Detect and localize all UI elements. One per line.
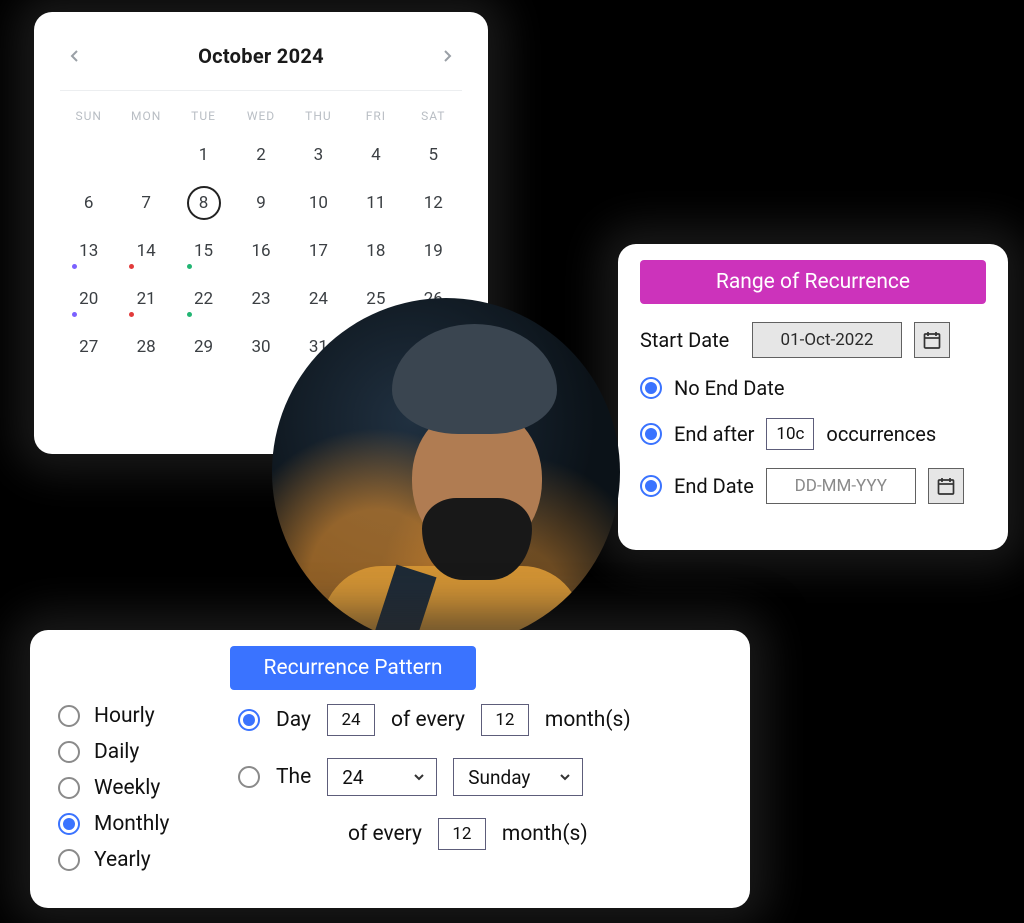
calendar-day[interactable]: 8 (175, 179, 232, 227)
calendar-header: October 2024 (60, 30, 462, 91)
calendar-day[interactable]: 7 (117, 179, 174, 227)
calendar-day[interactable]: 4 (347, 131, 404, 179)
end-after-row[interactable]: End after 10c occurrences (640, 418, 986, 450)
calendar-day[interactable]: 28 (117, 323, 174, 371)
start-date-label: Start Date (640, 328, 740, 352)
calendar-day (60, 131, 117, 179)
start-date-input[interactable]: 01-Oct-2022 (752, 322, 902, 358)
calendar-day[interactable]: 27 (60, 323, 117, 371)
calendar-day[interactable]: 11 (347, 179, 404, 227)
week-num-select[interactable]: 24 (327, 758, 437, 796)
end-date-label: End Date (674, 474, 754, 498)
calendar-day[interactable]: 3 (290, 131, 347, 179)
calendar-day[interactable]: 24 (290, 275, 347, 323)
frequency-label: Hourly (94, 704, 155, 728)
weekday-label: FRI (347, 109, 404, 123)
months-suffix-2: month(s) (502, 822, 588, 846)
calendar-day (117, 131, 174, 179)
calendar-title: October 2024 (198, 44, 324, 68)
weekday-label: THU (290, 109, 347, 123)
calendar-icon[interactable] (928, 468, 964, 504)
radio-frequency[interactable] (58, 849, 80, 871)
frequency-option[interactable]: Yearly (58, 848, 210, 872)
radio-frequency[interactable] (58, 741, 80, 763)
weekday-label: SUN (60, 109, 117, 123)
calendar-day[interactable]: 17 (290, 227, 347, 275)
frequency-option[interactable]: Daily (58, 740, 210, 764)
radio-weekday-of-month[interactable] (238, 766, 260, 788)
worker-photo (272, 298, 620, 646)
chevron-down-icon (412, 766, 426, 789)
day-label: Day (276, 708, 311, 732)
months-input-2[interactable]: 12 (438, 818, 486, 850)
pattern-detail: Day 24 of every 12 month(s) The 24 Sunda… (238, 704, 631, 884)
calendar-day[interactable]: 23 (232, 275, 289, 323)
pattern-panel: Recurrence Pattern Hourly Daily Weekly Mont… (30, 630, 750, 908)
calendar-day[interactable]: 20 (60, 275, 117, 323)
calendar-weekday-row: SUNMONTUEWEDTHUFRISAT (60, 109, 462, 123)
weekday-select[interactable]: Sunday (453, 758, 583, 796)
frequency-option[interactable]: Weekly (58, 776, 210, 800)
calendar-day[interactable]: 12 (405, 179, 462, 227)
day-input[interactable]: 24 (327, 704, 375, 736)
frequency-label: Monthly (94, 812, 169, 836)
frequency-option[interactable]: Monthly (58, 812, 210, 836)
weekday-of-month-row[interactable]: The 24 Sunday (238, 758, 631, 796)
frequency-label: Yearly (94, 848, 151, 872)
calendar-icon[interactable] (914, 322, 950, 358)
calendar-day[interactable]: 13 (60, 227, 117, 275)
weekday-label: MON (117, 109, 174, 123)
pattern-title: Recurrence Pattern (230, 646, 476, 690)
calendar-day[interactable]: 1 (175, 131, 232, 179)
frequency-option[interactable]: Hourly (58, 704, 210, 728)
calendar-day[interactable]: 2 (232, 131, 289, 179)
radio-frequency[interactable] (58, 813, 80, 835)
calendar-day[interactable]: 5 (405, 131, 462, 179)
radio-end-date[interactable] (640, 475, 662, 497)
calendar-day[interactable]: 18 (347, 227, 404, 275)
chevron-down-icon (558, 766, 572, 789)
calendar-day[interactable]: 15 (175, 227, 232, 275)
no-end-date-row[interactable]: No End Date (640, 376, 986, 400)
chevron-right-icon[interactable] (440, 49, 454, 63)
range-title: Range of Recurrence (640, 260, 986, 304)
chevron-left-icon[interactable] (68, 49, 82, 63)
occurrences-input[interactable]: 10c (766, 418, 814, 450)
radio-end-after[interactable] (640, 423, 662, 445)
no-end-date-label: No End Date (674, 376, 784, 400)
calendar-day[interactable]: 21 (117, 275, 174, 323)
radio-no-end-date[interactable] (640, 377, 662, 399)
the-label: The (276, 765, 311, 789)
calendar-day[interactable]: 9 (232, 179, 289, 227)
calendar-day[interactable]: 30 (232, 323, 289, 371)
start-date-row: Start Date 01-Oct-2022 (640, 322, 986, 358)
weekday-label: SAT (405, 109, 462, 123)
of-every-label: of every (391, 708, 465, 732)
end-after-label: End after (674, 422, 754, 446)
calendar-day[interactable]: 14 (117, 227, 174, 275)
calendar-day[interactable]: 29 (175, 323, 232, 371)
end-date-input[interactable]: DD-MM-YYY (766, 468, 916, 504)
calendar-day[interactable]: 19 (405, 227, 462, 275)
months-suffix-1: month(s) (545, 708, 631, 732)
calendar-day[interactable]: 16 (232, 227, 289, 275)
day-of-month-row[interactable]: Day 24 of every 12 month(s) (238, 704, 631, 736)
weekday-label: WED (232, 109, 289, 123)
radio-frequency[interactable] (58, 777, 80, 799)
range-panel: Range of Recurrence Start Date 01-Oct-20… (618, 244, 1008, 550)
calendar-day[interactable]: 10 (290, 179, 347, 227)
weekday-label: TUE (175, 109, 232, 123)
frequency-label: Weekly (94, 776, 160, 800)
occurrences-label: occurrences (826, 422, 936, 446)
radio-frequency[interactable] (58, 705, 80, 727)
frequency-label: Daily (94, 740, 139, 764)
radio-day-of-month[interactable] (238, 709, 260, 731)
months-input-1[interactable]: 12 (481, 704, 529, 736)
end-date-row[interactable]: End Date DD-MM-YYY (640, 468, 986, 504)
calendar-day[interactable]: 22 (175, 275, 232, 323)
weekday-months-row: of every 12 month(s) (348, 818, 631, 850)
of-every-label-2: of every (348, 822, 422, 846)
calendar-day[interactable]: 6 (60, 179, 117, 227)
pattern-frequency-options: Hourly Daily Weekly Monthly Yearly (58, 704, 210, 884)
